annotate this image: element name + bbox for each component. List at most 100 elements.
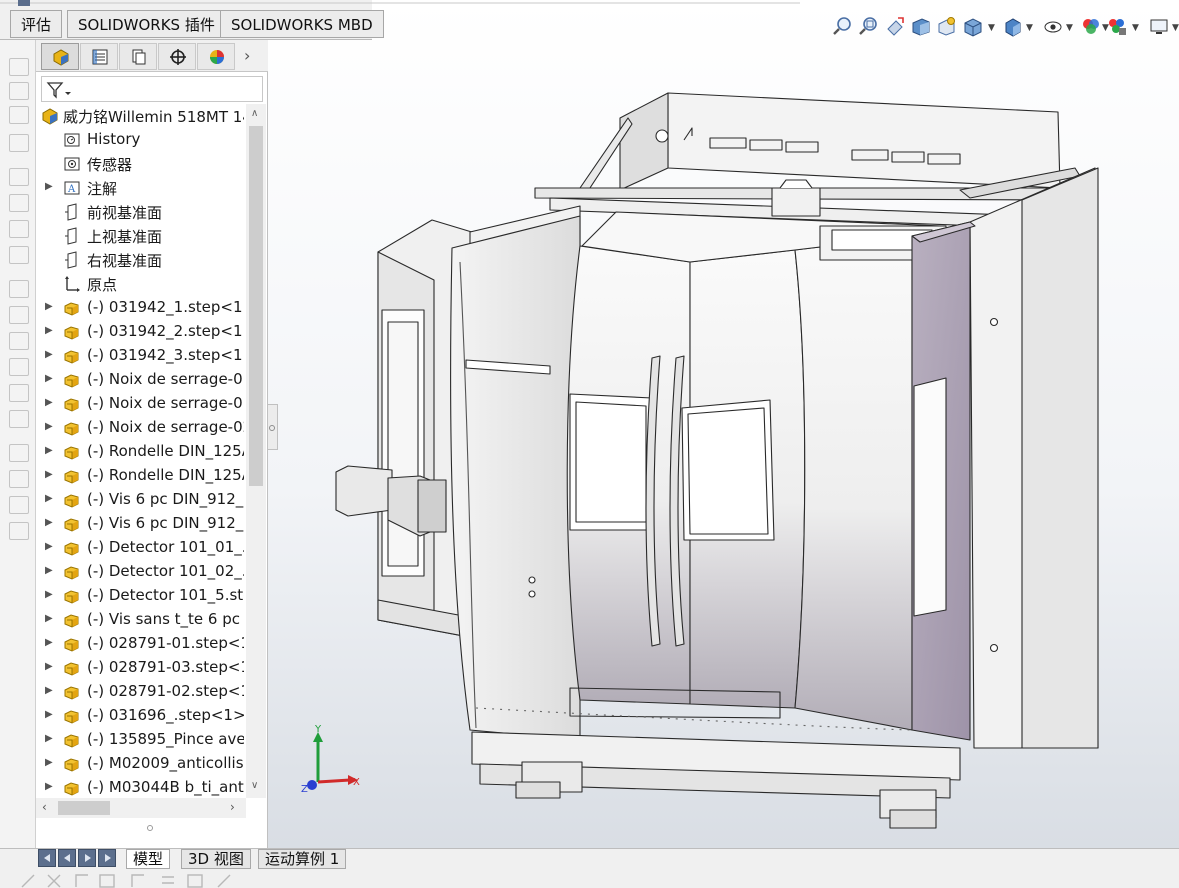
expand-arrow-icon[interactable]: ▶ bbox=[45, 685, 53, 696]
side-command-icon[interactable] bbox=[9, 280, 29, 298]
tree-item-component[interactable]: ▶ (-) 028791-01.step<1> bbox=[36, 632, 244, 656]
expand-arrow-icon[interactable]: ▶ bbox=[45, 709, 53, 720]
expand-arrow-icon[interactable]: ▶ bbox=[45, 469, 53, 480]
tree-item-component[interactable]: ▶ (-) Detector 101_02_.s bbox=[36, 560, 244, 584]
expand-arrow-icon[interactable]: ▶ bbox=[45, 325, 53, 336]
side-command-icon[interactable] bbox=[9, 134, 29, 152]
side-command-icon[interactable] bbox=[9, 306, 29, 324]
ribbon-tab-evaluate[interactable]: 评估 bbox=[10, 10, 63, 38]
expand-arrow-icon[interactable]: ▶ bbox=[45, 757, 53, 768]
tree-item-feature[interactable]: 右视基准面 bbox=[36, 248, 244, 272]
ribbon-tab-solidworks-addins[interactable]: SOLIDWORKS 插件 bbox=[67, 10, 226, 38]
edit-appearance-icon[interactable] bbox=[1080, 15, 1102, 37]
expand-arrow-icon[interactable]: ▶ bbox=[45, 421, 53, 432]
sketch-tool-icon[interactable] bbox=[75, 874, 88, 887]
dynamic-annotation-icon[interactable] bbox=[936, 15, 958, 37]
hide-show-items-icon[interactable] bbox=[1042, 15, 1064, 37]
tab-motion-study-1[interactable]: 运动算例 1 bbox=[258, 849, 347, 869]
panel-resize-grip-icon[interactable] bbox=[146, 824, 154, 832]
previous-view-icon[interactable] bbox=[884, 15, 906, 37]
sketch-tool-icon[interactable] bbox=[21, 874, 35, 888]
tree-item-component[interactable]: ▶ (-) 031942_3.step<1> bbox=[36, 344, 244, 368]
scroll-down-icon[interactable]: ∨ bbox=[251, 780, 258, 791]
tree-item-component[interactable]: ▶ (-) Detector 101_01_.s bbox=[36, 536, 244, 560]
view-orientation-caret-icon[interactable]: ▼ bbox=[988, 23, 995, 33]
tree-item-feature[interactable]: History bbox=[36, 128, 244, 152]
filter-icon[interactable] bbox=[46, 81, 72, 99]
tree-item-feature[interactable]: 传感器 bbox=[36, 152, 244, 176]
machine-model[interactable] bbox=[335, 92, 1099, 829]
graphics-viewport[interactable]: Y X Z bbox=[280, 40, 1179, 848]
prev-tab-nav-icon[interactable] bbox=[58, 849, 76, 867]
sketch-tool-icon[interactable] bbox=[47, 874, 61, 888]
side-command-icon[interactable] bbox=[9, 58, 29, 76]
tree-item-component[interactable]: ▶ (-) Detector 101_5.ste bbox=[36, 584, 244, 608]
section-view-icon[interactable] bbox=[910, 15, 932, 37]
tree-filter-box[interactable] bbox=[41, 76, 263, 102]
side-command-icon[interactable] bbox=[9, 522, 29, 540]
tree-item-component[interactable]: ▶ (-) Vis 6 pc DIN_912_D bbox=[36, 512, 244, 536]
sketch-tool-icon[interactable] bbox=[217, 874, 231, 888]
tree-item-component[interactable]: ▶ (-) 031696_.step<1> ( bbox=[36, 704, 244, 728]
sketch-tool-icon[interactable] bbox=[162, 876, 174, 884]
side-command-icon[interactable] bbox=[9, 496, 29, 514]
tab-dimxpertmanager[interactable] bbox=[158, 43, 196, 70]
side-command-icon[interactable] bbox=[9, 168, 29, 186]
tab-displaymanager[interactable] bbox=[197, 43, 235, 70]
expand-arrow-icon[interactable]: ▶ bbox=[45, 661, 53, 672]
expand-arrow-icon[interactable]: ▶ bbox=[45, 541, 53, 552]
vertical-scroll-thumb[interactable] bbox=[249, 126, 263, 486]
side-command-icon[interactable] bbox=[9, 384, 29, 402]
side-command-icon[interactable] bbox=[9, 444, 29, 462]
expand-arrow-icon[interactable]: ▶ bbox=[45, 517, 53, 528]
panel-collapse-handle[interactable] bbox=[268, 404, 278, 450]
tree-item-component[interactable]: ▶ (-) Vis sans t_te 6 pc D bbox=[36, 608, 244, 632]
side-command-icon[interactable] bbox=[9, 358, 29, 376]
tree-horizontal-scrollbar[interactable]: ‹ › bbox=[36, 798, 246, 818]
tree-item-component[interactable]: ▶ (-) 031942_2.step<1> bbox=[36, 320, 244, 344]
zoom-to-area-icon[interactable] bbox=[858, 15, 880, 37]
side-command-icon[interactable] bbox=[9, 106, 29, 124]
tree-item-component[interactable]: ▶ (-) Vis 6 pc DIN_912_D bbox=[36, 488, 244, 512]
tree-item-component[interactable]: ▶ (-) 135895_Pince avec bbox=[36, 728, 244, 752]
tab-model[interactable]: 模型 bbox=[126, 849, 171, 869]
tree-item-component[interactable]: ▶ (-) 028791-03.step<1> bbox=[36, 656, 244, 680]
expand-arrow-icon[interactable]: ▶ bbox=[45, 301, 53, 312]
view-settings-icon[interactable] bbox=[1148, 15, 1170, 37]
tab-featuremanager[interactable] bbox=[41, 43, 79, 70]
expand-arrow-icon[interactable]: ▶ bbox=[45, 349, 53, 360]
tree-item-feature[interactable]: 原点 bbox=[36, 272, 244, 296]
tab-configurationmanager[interactable] bbox=[119, 43, 157, 70]
tree-item-component[interactable]: ▶ (-) Rondelle DIN_125A bbox=[36, 464, 244, 488]
apply-scene-caret-icon[interactable]: ▼ bbox=[1132, 23, 1139, 33]
expand-arrow-icon[interactable]: ▶ bbox=[45, 397, 53, 408]
side-command-icon[interactable] bbox=[9, 82, 29, 100]
tab-propertymanager[interactable] bbox=[80, 43, 118, 70]
expand-arrow-icon[interactable]: ▶ bbox=[45, 637, 53, 648]
expand-arrow-icon[interactable]: ▶ bbox=[45, 733, 53, 744]
tree-item-feature[interactable]: 上视基准面 bbox=[36, 224, 244, 248]
view-settings-caret-icon[interactable]: ▼ bbox=[1172, 23, 1179, 33]
tree-item-feature[interactable]: 前视基准面 bbox=[36, 200, 244, 224]
first-tab-nav-icon[interactable] bbox=[38, 849, 56, 867]
tree-item-feature[interactable]: ▶ A 注解 bbox=[36, 176, 244, 200]
sketch-tool-icon[interactable] bbox=[187, 874, 203, 888]
tree-item-component[interactable]: ▶ (-) 031942_1.step<1> bbox=[36, 296, 244, 320]
display-style-caret-icon[interactable]: ▼ bbox=[1026, 23, 1033, 33]
expand-arrow-icon[interactable]: ▶ bbox=[45, 565, 53, 576]
sketch-tool-icon[interactable] bbox=[99, 874, 115, 888]
scroll-right-icon[interactable]: › bbox=[230, 800, 235, 814]
side-command-icon[interactable] bbox=[9, 410, 29, 428]
expand-arrow-icon[interactable]: ▶ bbox=[45, 493, 53, 504]
side-command-icon[interactable] bbox=[9, 470, 29, 488]
expand-arrow-icon[interactable]: ▶ bbox=[45, 589, 53, 600]
hide-show-caret-icon[interactable]: ▼ bbox=[1066, 23, 1073, 33]
last-tab-nav-icon[interactable] bbox=[98, 849, 116, 867]
scroll-up-icon[interactable]: ∧ bbox=[251, 108, 258, 119]
next-tab-nav-icon[interactable] bbox=[78, 849, 96, 867]
tab-3d-views[interactable]: 3D 视图 bbox=[181, 849, 251, 869]
tree-item-component[interactable]: ▶ (-) M03044B b_ti_antic bbox=[36, 776, 244, 798]
view-orientation-icon[interactable] bbox=[962, 15, 984, 37]
panel-tabs-next-icon[interactable]: › bbox=[244, 46, 250, 65]
expand-arrow-icon[interactable]: ▶ bbox=[45, 445, 53, 456]
